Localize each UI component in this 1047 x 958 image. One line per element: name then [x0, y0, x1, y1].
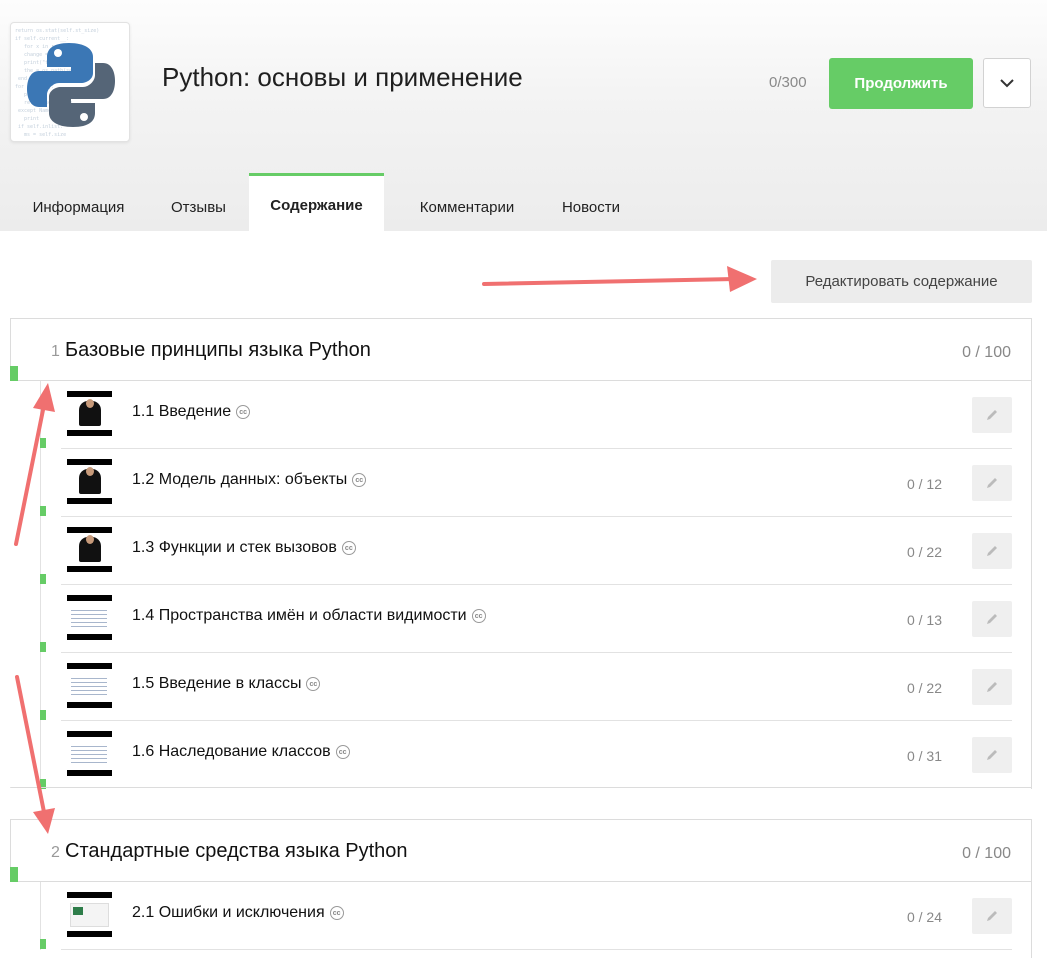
pencil-icon — [987, 546, 997, 556]
tab-news[interactable]: Новости — [548, 184, 634, 231]
lesson-progress-marker — [40, 574, 46, 584]
lesson-title[interactable]: 2.1 Ошибки и исключения cc — [132, 904, 344, 922]
lesson-title[interactable]: 1.6 Наследование классов cc — [132, 743, 350, 761]
continue-button[interactable]: Продолжить — [829, 58, 973, 109]
lesson-thumbnail — [67, 595, 112, 640]
edit-lesson-button[interactable] — [972, 669, 1012, 705]
annotation-arrow — [482, 266, 757, 292]
cc-icon: cc — [306, 677, 321, 691]
section-progress-marker — [10, 366, 18, 381]
lesson-title[interactable]: 1.2 Модель данных: объекты cc — [132, 471, 367, 489]
cc-icon: cc — [236, 405, 251, 419]
lesson-title-text: 1.2 Модель данных: объекты — [132, 471, 348, 488]
section-1-right-border — [1031, 318, 1032, 788]
lesson-title[interactable]: 1.4 Пространства имён и области видимост… — [132, 607, 486, 625]
lesson-progress-marker — [40, 438, 46, 448]
section-number: 1 — [51, 343, 60, 360]
section-header[interactable]: 1 Базовые принципы языка Python 0 / 100 — [10, 319, 1031, 381]
section-module-1: 1 Базовые принципы языка Python 0 / 100 … — [10, 318, 1032, 789]
lesson-title[interactable]: 1.3 Функции и стек вызовов cc — [132, 539, 356, 557]
cc-icon: cc — [341, 541, 356, 555]
pencil-icon — [987, 478, 997, 488]
section-module-2: 2 Стандартные средства языка Python 0 / … — [10, 819, 1032, 950]
edit-lesson-button[interactable] — [972, 737, 1012, 773]
lesson-score: 0 / 24 — [906, 909, 942, 925]
section-title: Стандартные средства языка Python — [65, 840, 408, 862]
lesson-score: 0 / 31 — [906, 748, 942, 764]
lesson-progress-marker — [40, 939, 46, 949]
lesson-row[interactable]: 1.2 Модель данных: объекты cc 0 / 12 — [40, 449, 1012, 517]
lesson-title-text: 1.1 Введение — [132, 403, 232, 420]
chevron-down-icon — [1000, 78, 1014, 87]
tab-reviews[interactable]: Отзывы — [155, 184, 242, 231]
lesson-title-text: 1.5 Введение в классы — [132, 675, 302, 692]
section-number: 2 — [51, 844, 60, 861]
lesson-progress-marker — [40, 642, 46, 652]
lesson-title-text: 1.3 Функции и стек вызовов — [132, 539, 337, 556]
edit-lesson-button[interactable] — [972, 397, 1012, 433]
course-header: return os.stat(self.st_size) if self.cur… — [0, 0, 1047, 231]
lesson-row[interactable]: 1.1 Введение cc — [40, 381, 1012, 449]
tab-info[interactable]: Информация — [20, 184, 137, 231]
edit-lesson-button[interactable] — [972, 533, 1012, 569]
python-logo-icon — [27, 43, 115, 127]
lesson-score: 0 / 13 — [906, 612, 942, 628]
lesson-thumbnail — [67, 459, 112, 504]
edit-lesson-button[interactable] — [972, 601, 1012, 637]
tab-comments[interactable]: Комментарии — [402, 184, 532, 231]
lesson-list: 1.1 Введение cc 1.2 Модель данных: объект… — [40, 381, 1031, 789]
lesson-row[interactable]: 1.4 Пространства имён и области видимост… — [40, 585, 1012, 653]
course-logo[interactable]: return os.stat(self.st_size) if self.cur… — [10, 22, 130, 142]
lesson-row[interactable]: 1.5 Введение в классы cc 0 / 22 — [40, 653, 1012, 721]
edit-content-button[interactable]: Редактировать содержание — [771, 260, 1032, 303]
lesson-title-text: 1.4 Пространства имён и области видимост… — [132, 607, 467, 624]
lesson-title[interactable]: 1.5 Введение в классы cc — [132, 675, 321, 693]
section-1-bottom-border — [10, 787, 1032, 788]
lesson-thumbnail — [67, 527, 112, 572]
section-header[interactable]: 2 Стандартные средства языка Python 0 / … — [10, 820, 1031, 882]
section-score: 0 / 100 — [962, 344, 1011, 361]
course-menu-dropdown-button[interactable] — [983, 58, 1031, 108]
section-title: Базовые принципы языка Python — [65, 339, 371, 361]
edit-lesson-button[interactable] — [972, 898, 1012, 934]
lesson-score: 0 / 22 — [906, 544, 942, 560]
cc-icon: cc — [329, 906, 344, 920]
pencil-icon — [987, 750, 997, 760]
lesson-row[interactable]: 2.1 Ошибки и исключения cc 0 / 24 — [40, 882, 1012, 950]
lesson-thumbnail — [67, 663, 112, 708]
lesson-thumbnail — [67, 391, 112, 436]
section-progress-marker — [10, 867, 18, 882]
lesson-score: 0 / 12 — [906, 476, 942, 492]
lesson-progress-marker — [40, 506, 46, 516]
pencil-icon — [987, 682, 997, 692]
lesson-progress-marker — [40, 710, 46, 720]
course-progress: 0/300 — [769, 74, 807, 91]
lesson-thumbnail — [67, 892, 112, 937]
section-2-right-border — [1031, 819, 1032, 958]
cc-icon: cc — [352, 473, 367, 487]
lesson-title[interactable]: 1.1 Введение cc — [132, 403, 251, 421]
cc-icon: cc — [471, 609, 486, 623]
pencil-icon — [987, 614, 997, 624]
lesson-title-text: 1.6 Наследование классов — [132, 743, 331, 760]
lesson-row[interactable]: 1.6 Наследование классов cc 0 / 31 — [40, 721, 1012, 789]
lesson-list: 2.1 Ошибки и исключения cc 0 / 24 — [40, 882, 1031, 950]
lesson-score: 0 / 22 — [906, 680, 942, 696]
lesson-row[interactable]: 1.3 Функции и стек вызовов cc 0 / 22 — [40, 517, 1012, 585]
lesson-title-text: 2.1 Ошибки и исключения — [132, 904, 325, 921]
course-title: Python: основы и применение — [162, 62, 523, 92]
pencil-icon — [987, 410, 997, 420]
edit-lesson-button[interactable] — [972, 465, 1012, 501]
pencil-icon — [987, 911, 997, 921]
cc-icon: cc — [335, 745, 350, 759]
section-score: 0 / 100 — [962, 845, 1011, 862]
tab-contents[interactable]: Содержание — [249, 173, 384, 231]
lesson-thumbnail — [67, 731, 112, 776]
